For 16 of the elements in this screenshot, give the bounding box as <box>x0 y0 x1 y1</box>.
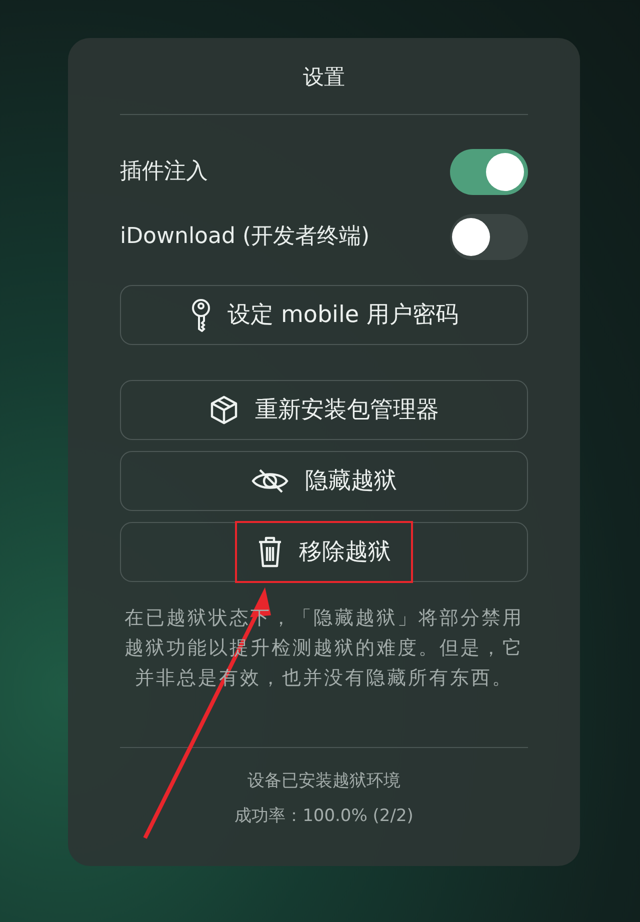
action-button[interactable]: 隐藏越狱 <box>120 451 528 511</box>
highlight-frame: 移除越狱 <box>235 520 413 584</box>
screen-title: 设置 <box>303 65 345 89</box>
toggle-switch[interactable] <box>450 148 528 194</box>
status-text: 设备已安装越狱环境 <box>248 771 400 791</box>
trash-icon <box>257 536 283 568</box>
eye-slash-icon <box>251 468 289 494</box>
key-icon <box>190 298 212 332</box>
action-button[interactable]: 设定 mobile 用户密码 <box>120 285 528 345</box>
toggle-switch[interactable] <box>450 214 528 260</box>
status-text: 成功率：100.0% (2/2) <box>234 806 414 826</box>
toggle-label: 插件注入 <box>120 158 208 186</box>
toggle-label: iDownload (开发者终端) <box>120 223 370 251</box>
action-button[interactable]: 移除越狱 <box>120 522 528 582</box>
cube-icon <box>209 395 239 425</box>
action-button[interactable]: 重新安装包管理器 <box>120 380 528 440</box>
